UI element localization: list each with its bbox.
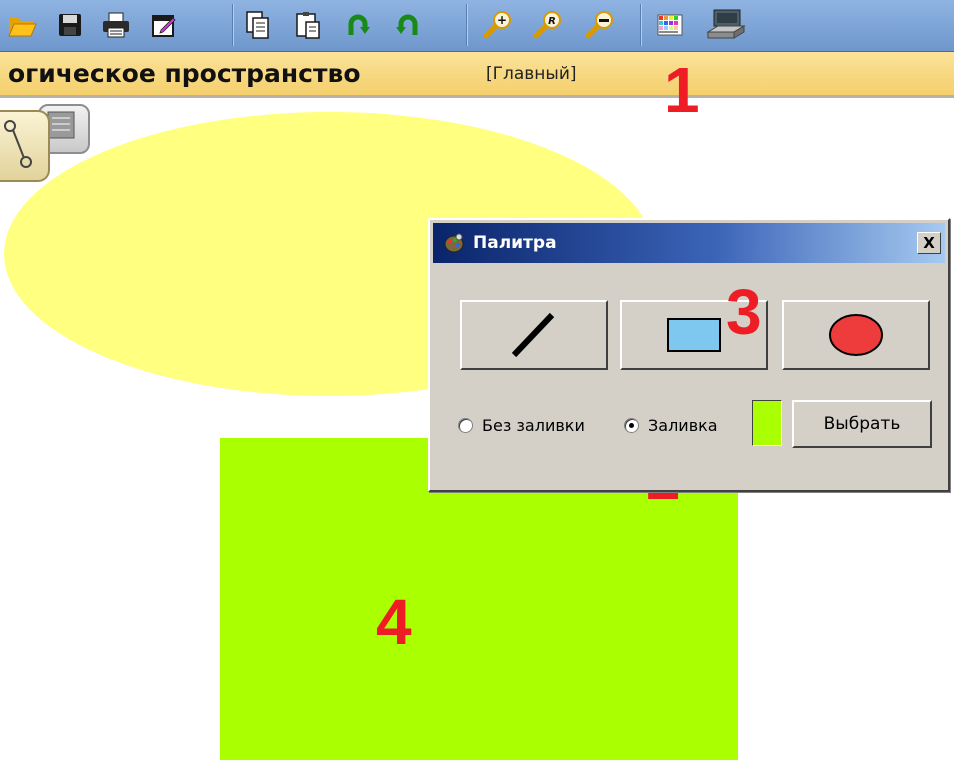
line-tool-button[interactable] [460,300,608,370]
zoom-reset-icon[interactable]: R [532,7,564,43]
choose-color-button[interactable]: Выбрать [792,400,932,448]
marker-3: 3 [726,276,762,348]
palette-title: Палитра [473,233,557,253]
connector-tool-icon [4,120,32,168]
paste-icon[interactable] [292,7,324,43]
fill-label: Заливка [648,415,718,435]
toolbar-separator [232,4,234,46]
toolbar: + R [0,0,954,52]
fill-radio[interactable] [624,417,639,433]
save-icon[interactable] [54,7,86,43]
undo-icon[interactable] [342,7,374,43]
redo-icon[interactable] [392,7,424,43]
ellipse-tool-button[interactable] [782,300,930,370]
zoom-reset-letter: R [548,16,556,27]
ellipse-icon [829,314,883,356]
rectangle-icon [667,318,721,352]
zoom-out-icon[interactable] [584,7,616,43]
document-title: огическое пространство [8,59,361,88]
toolbar-separator [466,4,468,46]
document-tag: [Главный] [486,64,577,84]
fill-color-swatch[interactable] [752,400,782,446]
copy-icon[interactable] [242,7,274,43]
marker-4: 4 [376,586,412,658]
color-grid-icon[interactable] [654,7,686,43]
side-tool-card[interactable] [0,110,50,182]
close-icon: X [923,234,935,252]
computer-icon[interactable] [702,7,750,43]
svg-text:+: + [497,13,507,27]
marker-1: 1 [664,54,700,126]
zoom-in-icon[interactable]: + [482,7,514,43]
close-button[interactable]: X [917,232,941,254]
palette-dialog: Палитра X 3 Без заливки Заливка Выбрать [428,218,950,492]
no-fill-option[interactable]: Без заливки [458,410,585,440]
palette-app-icon [443,232,465,258]
document-title-bar: огическое пространство [Главный] [0,52,954,98]
edit-icon[interactable] [148,7,180,43]
no-fill-label: Без заливки [482,415,585,435]
no-fill-radio[interactable] [458,417,473,433]
palette-title-bar[interactable]: Палитра X [433,223,945,263]
open-folder-icon[interactable] [6,7,38,43]
print-icon[interactable] [100,7,132,43]
fill-option[interactable]: Заливка [624,410,718,440]
toolbar-separator [640,4,642,46]
line-icon [511,312,555,358]
